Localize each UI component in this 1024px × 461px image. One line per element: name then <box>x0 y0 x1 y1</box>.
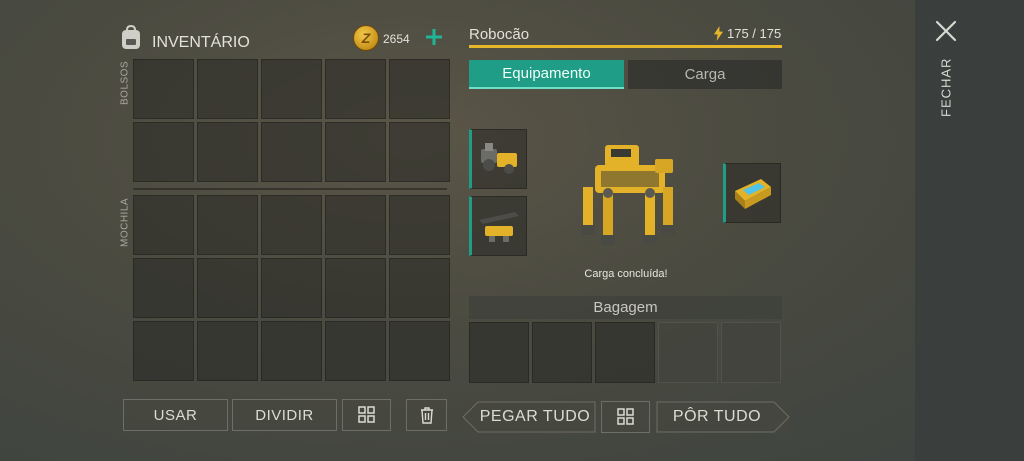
pocket-slot[interactable] <box>133 122 194 182</box>
backpack-slot[interactable] <box>197 195 258 255</box>
equipment-slot-frame[interactable] <box>469 196 527 256</box>
backpack-label: MOCHILA <box>119 197 131 247</box>
baggage-slot-locked[interactable] <box>721 322 781 383</box>
pocket-slot[interactable] <box>261 122 322 182</box>
put-all-label: PÔR TUDO <box>672 408 762 425</box>
baggage-grid <box>469 322 781 383</box>
pocket-slot[interactable] <box>133 59 194 119</box>
plus-icon <box>426 29 442 45</box>
energy-fill <box>469 45 782 48</box>
backpack-slot[interactable] <box>261 195 322 255</box>
energy-bar <box>469 45 782 48</box>
delete-button[interactable] <box>406 399 447 431</box>
sort-button[interactable] <box>342 399 391 431</box>
baggage-slot[interactable] <box>595 322 655 383</box>
backpack-slot[interactable] <box>261 321 322 381</box>
backpack-slot[interactable] <box>197 258 258 318</box>
baggage-slot[interactable] <box>532 322 592 383</box>
energy-readout: 175 / 175 <box>713 26 781 41</box>
energy-value: 175 / 175 <box>727 26 782 41</box>
pocket-slot[interactable] <box>261 59 322 119</box>
side-panel <box>915 0 1024 461</box>
coin-icon: Z <box>353 25 379 51</box>
sort-grid-icon <box>357 406 375 423</box>
baggage-label: Bagagem <box>469 296 782 319</box>
pockets-label: BOLSOS <box>119 60 131 105</box>
add-coins-button[interactable] <box>422 25 446 49</box>
close-button-label[interactable]: FECHAR <box>937 57 955 117</box>
use-button[interactable]: USAR <box>123 399 228 431</box>
backpack-slot[interactable] <box>197 321 258 381</box>
pocket-slot[interactable] <box>197 59 258 119</box>
backpack-slot[interactable] <box>133 321 194 381</box>
equipment-slot-battery[interactable] <box>723 163 781 223</box>
baggage-slot-locked[interactable] <box>658 322 718 383</box>
divider <box>133 188 447 190</box>
backpack-slot[interactable] <box>325 258 386 318</box>
pockets-grid <box>133 59 450 182</box>
tab-cargo[interactable]: Carga <box>628 60 782 89</box>
battery-icon <box>735 179 771 209</box>
backpack-slot[interactable] <box>261 258 322 318</box>
put-all-button[interactable]: PÔR TUDO <box>656 401 790 433</box>
coin-amount: 2654 <box>383 32 410 46</box>
sort-baggage-button[interactable] <box>601 401 650 433</box>
robot-dog-image <box>573 135 687 255</box>
backpack-slot[interactable] <box>133 258 194 318</box>
lightning-icon <box>713 26 724 41</box>
split-button[interactable]: DIVIDIR <box>232 399 337 431</box>
pocket-slot[interactable] <box>389 59 450 119</box>
backpack-slot[interactable] <box>389 321 450 381</box>
trash-icon <box>420 407 433 424</box>
pocket-slot[interactable] <box>325 122 386 182</box>
close-icon[interactable] <box>934 19 958 43</box>
backpack-grid <box>133 195 450 381</box>
take-all-label: PEGAR TUDO <box>479 408 591 425</box>
backpack-slot[interactable] <box>389 258 450 318</box>
backpack-icon <box>119 24 143 51</box>
robot-name: Robocão <box>469 26 530 43</box>
pocket-slot[interactable] <box>325 59 386 119</box>
backpack-slot[interactable] <box>133 195 194 255</box>
pocket-slot[interactable] <box>389 122 450 182</box>
take-all-button[interactable]: PEGAR TUDO <box>462 401 596 433</box>
equipment-slot-gear[interactable] <box>469 129 527 189</box>
backpack-slot[interactable] <box>325 321 386 381</box>
baggage-slot[interactable] <box>469 322 529 383</box>
inventory-title: INVENTÁRIO <box>152 34 250 51</box>
tab-equipment[interactable]: Equipamento <box>469 60 624 89</box>
status-text: Carga concluída! <box>584 268 668 280</box>
backpack-slot[interactable] <box>389 195 450 255</box>
backpack-slot[interactable] <box>325 195 386 255</box>
robot-frame-icon <box>479 212 519 242</box>
robot-gear-icon <box>481 143 517 174</box>
sort-grid-icon <box>616 408 634 425</box>
pocket-slot[interactable] <box>197 122 258 182</box>
